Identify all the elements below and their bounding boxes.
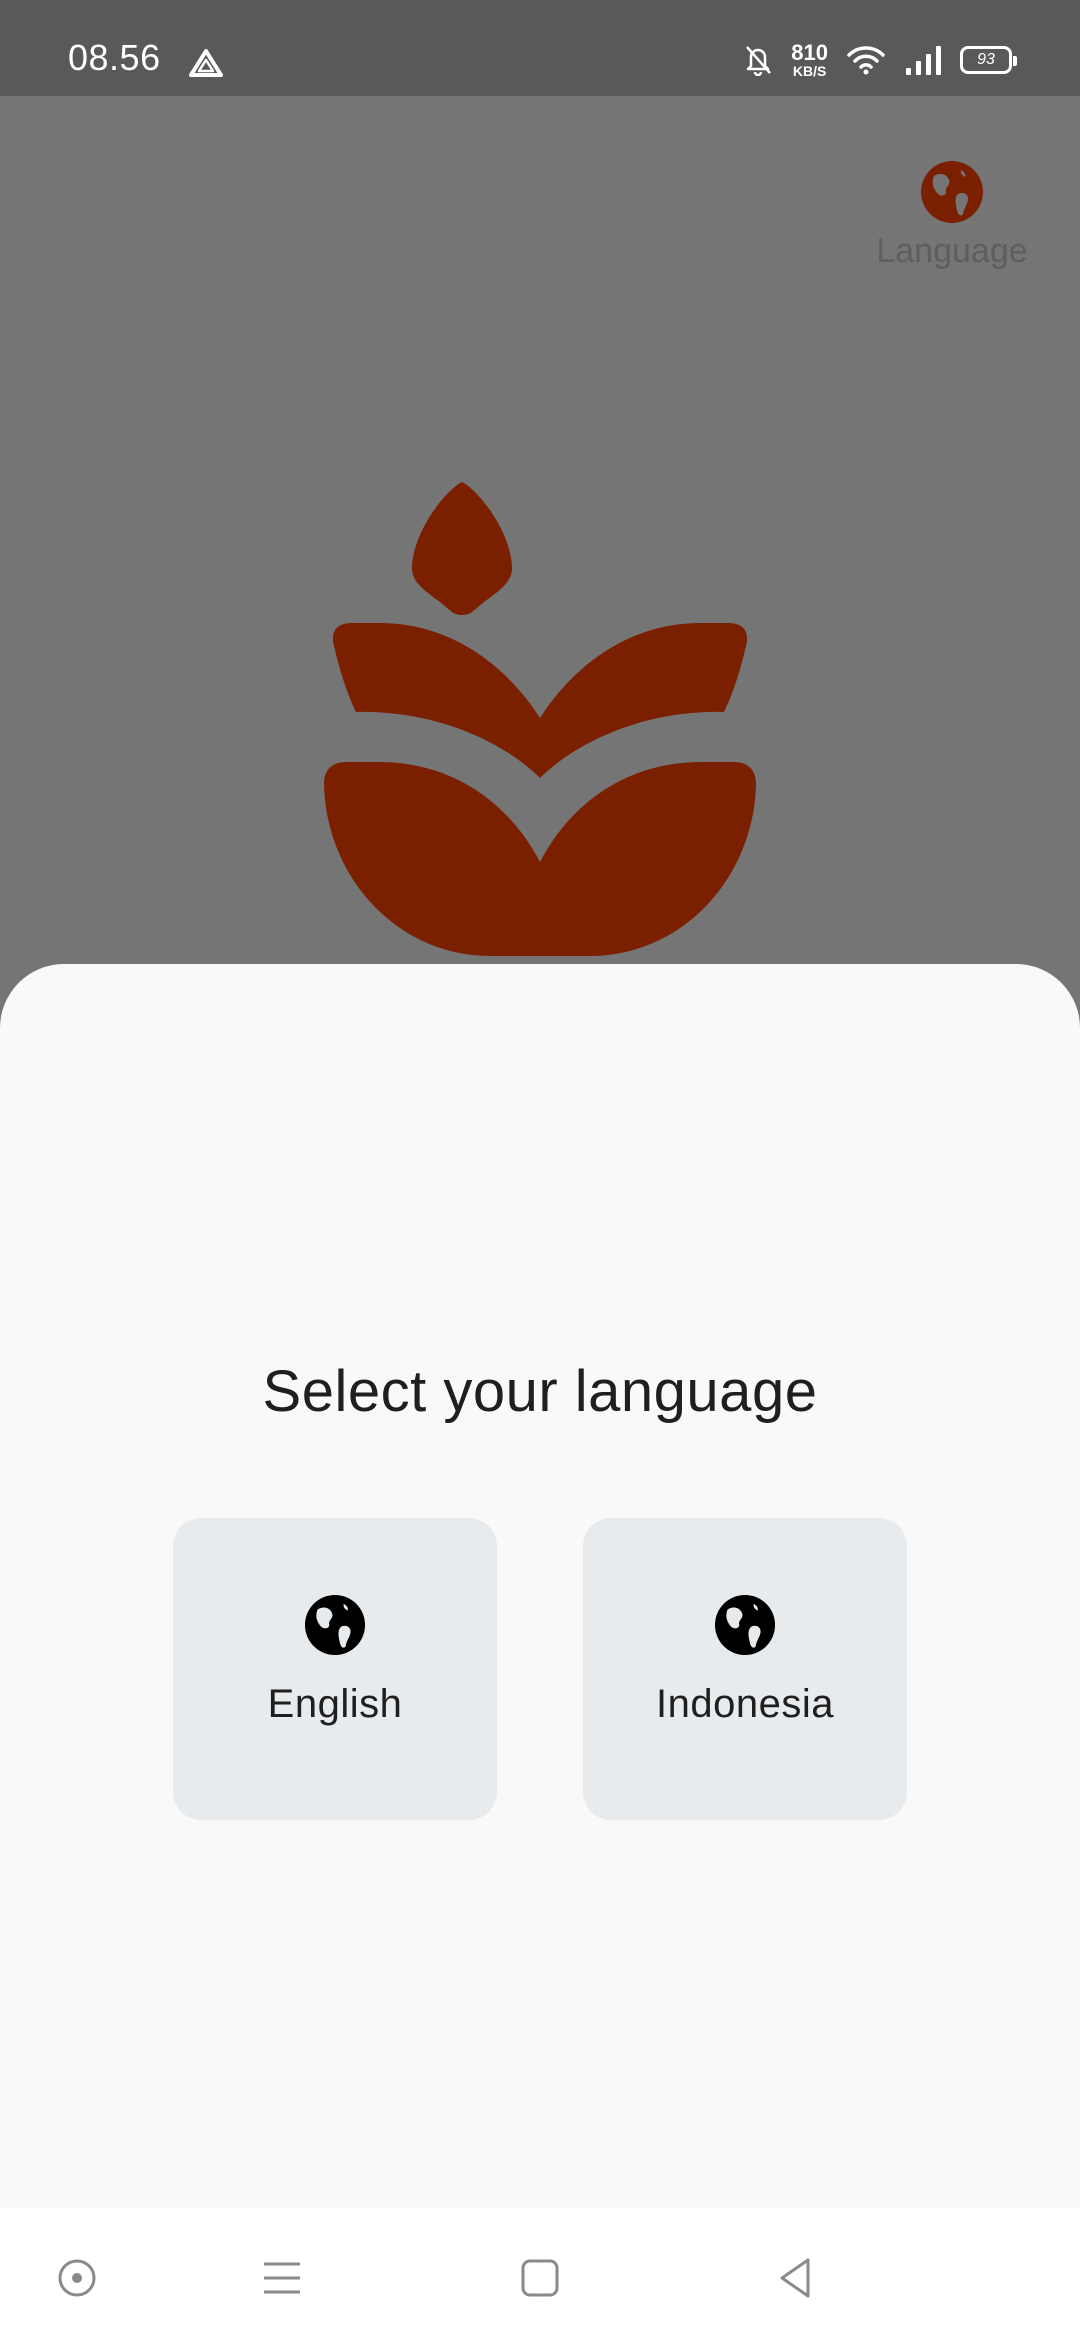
globe-icon <box>304 1594 366 1656</box>
status-bar: 08.56 810 KB/S 93 <box>0 0 1080 96</box>
drive-icon <box>189 49 223 77</box>
language-option-indonesia[interactable]: Indonesia <box>583 1518 907 1820</box>
lotus-logo <box>324 482 756 956</box>
language-button-label: Language <box>876 232 1028 270</box>
sheet-title: Select your language <box>262 1359 818 1424</box>
network-speed: 810 KB/S <box>791 40 828 79</box>
network-speed-unit: KB/S <box>792 63 827 79</box>
language-option-label: Indonesia <box>656 1682 834 1726</box>
globe-icon <box>714 1594 776 1656</box>
language-option-label: English <box>267 1682 403 1726</box>
globe-icon <box>921 161 983 223</box>
wifi-icon <box>847 46 885 75</box>
assistant-icon <box>58 2259 96 2297</box>
battery-level: 93 <box>977 51 995 68</box>
back-icon <box>780 2258 810 2298</box>
network-speed-value: 810 <box>791 40 828 65</box>
mute-bell-icon <box>746 46 772 76</box>
menu-button[interactable] <box>252 2248 312 2308</box>
assistant-button[interactable] <box>47 2248 107 2308</box>
home-button[interactable] <box>510 2248 570 2308</box>
status-time: 08.56 <box>68 37 161 78</box>
language-option-english[interactable]: English <box>173 1518 497 1820</box>
language-sheet <box>0 964 1080 2208</box>
battery-icon: 93 <box>960 46 1017 74</box>
navigation-bar <box>0 2208 1080 2340</box>
menu-icon <box>264 2262 300 2294</box>
home-square-icon <box>521 2259 559 2297</box>
back-button[interactable] <box>766 2248 826 2308</box>
language-button[interactable]: Language <box>870 160 1034 271</box>
status-indicators: 810 KB/S 93 <box>743 40 1017 80</box>
signal-icon <box>906 46 941 75</box>
